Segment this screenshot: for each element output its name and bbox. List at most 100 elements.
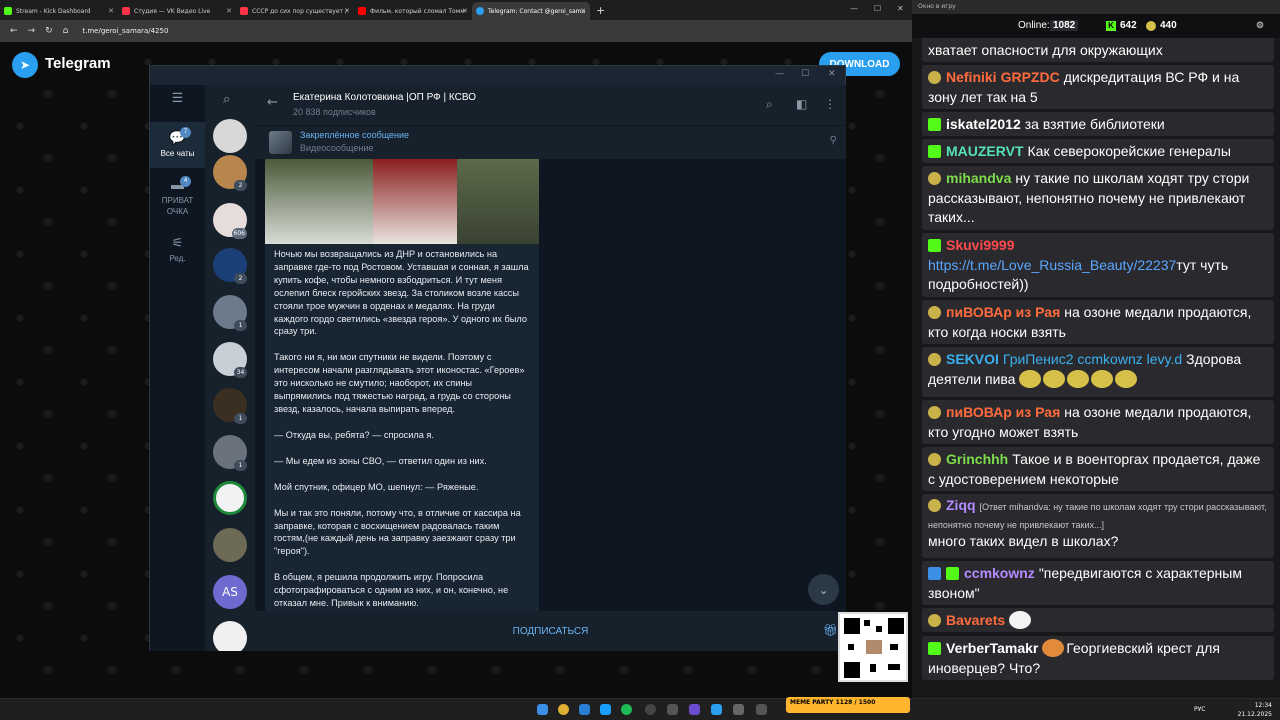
tab-telegram[interactable]: Telegram: Contact @geroi_sama ✕	[472, 2, 590, 20]
app-icon[interactable]	[733, 704, 744, 715]
chat-username[interactable]: MAUZERVT	[946, 143, 1024, 159]
gift-icon[interactable]: 🎁︎	[823, 623, 838, 637]
chat-avatar[interactable]: 34	[213, 342, 247, 378]
chat-avatar[interactable]: 2	[213, 248, 247, 284]
pinned-message-bar[interactable]: Закреплённое сообщение Видеосообщение ⚲	[255, 125, 846, 159]
message-photo[interactable]	[265, 159, 539, 244]
pin-list-icon[interactable]: ⚲	[830, 135, 837, 146]
chat-username[interactable]: VerberTamakr	[946, 640, 1038, 656]
close-tab-icon[interactable]: ✕	[462, 7, 468, 15]
chat-message: ccmkownz "передвигаются с характерным зво…	[922, 561, 1274, 605]
close-icon[interactable]: ✕	[828, 69, 836, 79]
clock[interactable]: 12:34 21.12.2025	[1238, 701, 1272, 719]
sub-badge-icon	[928, 614, 941, 627]
menu-icon[interactable]: ☰	[150, 90, 205, 108]
chat-message: Nefiniki GRPZDC дискредитация ВС РФ и на з…	[922, 65, 1274, 109]
channel-title[interactable]: Екатерина Колотовкина |ОП РФ | КСВО	[293, 92, 476, 103]
subscribe-button[interactable]: ПОДПИСАТЬСЯ 🎁︎	[255, 611, 846, 651]
app-icon[interactable]	[756, 704, 767, 715]
back-icon[interactable]: ←	[10, 26, 18, 36]
chat-list: ⌕ 2 606 2 1 34 1 1 AS	[205, 85, 255, 651]
chrome-icon[interactable]	[558, 704, 569, 715]
chat-avatar-initials[interactable]: AS	[213, 575, 247, 609]
maximize-icon[interactable]: ☐	[874, 4, 881, 13]
tab-kick[interactable]: Stream - Kick Dashboard ✕	[0, 2, 118, 20]
tab-vk-studio[interactable]: Студия — VK Видео Live ✕	[118, 2, 236, 20]
chat-mentions: ГриПенис2 ccmkownz levy.d	[1002, 351, 1183, 367]
chat-avatar[interactable]	[213, 481, 247, 515]
telegram-icon[interactable]	[711, 704, 722, 715]
minimize-icon[interactable]: —	[775, 69, 784, 79]
close-tab-icon[interactable]: ✕	[226, 7, 232, 15]
chat-avatar[interactable]: 1	[213, 295, 247, 331]
chat-avatar[interactable]: 1	[213, 435, 247, 471]
tab-ussr[interactable]: СССР до сих пор существует / ✕	[236, 2, 354, 20]
close-tab-icon[interactable]: ✕	[108, 7, 114, 15]
spotify-icon[interactable]	[621, 704, 632, 715]
chat-username[interactable]: Skuvi9999	[946, 237, 1015, 253]
maximize-icon[interactable]: ☐	[801, 69, 809, 79]
subscribe-label: ПОДПИСАТЬСЯ	[512, 625, 589, 637]
obs-icon[interactable]	[645, 704, 656, 715]
chat-username[interactable]: SEKVOI	[946, 351, 999, 367]
browser-icon[interactable]	[579, 704, 590, 715]
chat-username[interactable]: mihandva	[946, 170, 1011, 186]
chat-username[interactable]: пиВОВАр из Рая	[946, 404, 1060, 420]
chat-username[interactable]: GRPZDC	[1001, 69, 1060, 85]
folder-private[interactable]: ▬ 4 ПРИВАТ ОЧКА	[150, 171, 205, 221]
sub-badge-icon	[928, 172, 941, 185]
chat-username[interactable]: пиВОВАр из Рая	[946, 304, 1060, 320]
brand-name: Telegram	[45, 55, 111, 72]
sub-badge-icon	[928, 71, 941, 84]
sidebar-toggle-icon[interactable]: ◧	[796, 97, 807, 111]
steam-icon[interactable]	[600, 704, 611, 715]
chat-username[interactable]: iskatel2012	[946, 116, 1021, 132]
app-icon[interactable]	[689, 704, 700, 715]
chat-message: Grinchhh Такое и в военторгах продается, …	[922, 447, 1274, 491]
message-link[interactable]: https://t.me/Love_Russia_Beauty/22237	[928, 257, 1176, 273]
kick-badge-icon	[928, 642, 941, 655]
scroll-down-button[interactable]: ⌄	[808, 574, 839, 605]
folder-edit[interactable]: ⚟ Ред.	[150, 229, 205, 269]
chat-avatar[interactable]	[213, 528, 247, 562]
search-icon[interactable]: ⌕	[223, 92, 230, 107]
back-arrow-icon[interactable]: ←	[267, 95, 278, 110]
close-window-icon[interactable]: ✕	[897, 4, 904, 13]
sub-badge-icon	[928, 306, 941, 319]
language-indicator[interactable]: РУС	[1194, 706, 1205, 713]
forward-icon[interactable]: →	[28, 26, 36, 36]
kick-icon: K	[1106, 21, 1116, 31]
start-windows-icon[interactable]	[537, 704, 548, 715]
more-vertical-icon[interactable]: ⋮	[824, 97, 836, 111]
vk-favicon-icon	[122, 7, 130, 15]
chat-avatar[interactable]: 1	[213, 388, 247, 424]
chat-avatar[interactable]	[213, 621, 247, 651]
new-tab-button[interactable]: +	[596, 4, 605, 17]
chat-avatar[interactable]: 606	[213, 203, 247, 239]
home-icon[interactable]: ⌂	[63, 26, 69, 36]
close-tab-icon[interactable]: ✕	[344, 7, 350, 15]
minimize-icon[interactable]: —	[850, 4, 858, 13]
subscriber-count: 20 838 подписчиков	[293, 107, 376, 117]
app-icon[interactable]	[667, 704, 678, 715]
close-tab-icon[interactable]: ✕	[580, 7, 586, 15]
search-icon[interactable]: ⌕	[766, 97, 773, 112]
url-field[interactable]: t.me/geroi_samara/4250	[82, 27, 168, 35]
chat-username[interactable]: Grinchhh	[946, 451, 1008, 467]
clock-date: 21.12.2025	[1237, 711, 1272, 718]
tab-youtube[interactable]: Фильм, который сломал Томм ✕	[354, 2, 472, 20]
chat-username[interactable]: Bavarets	[946, 612, 1005, 628]
clock-time: 12:34	[1254, 702, 1272, 709]
chat-username[interactable]: Nefiniki	[946, 69, 997, 85]
folder-sidebar: ☰ 💬 7 Все чаты ▬ 4 ПРИВАТ ОЧКА ⚟ Ред.	[150, 85, 205, 651]
chat-avatar[interactable]	[213, 119, 247, 153]
chat-username[interactable]: Ziqq	[946, 497, 976, 513]
viewer-stats: Online: 1082 K 642 440 ⚙	[912, 14, 1280, 38]
folder-all-chats[interactable]: 💬 7 Все чаты	[150, 122, 205, 168]
reload-icon[interactable]: ↻	[45, 26, 53, 36]
settings-gear-icon[interactable]: ⚙	[1256, 20, 1264, 31]
kick-badge-icon	[928, 118, 941, 131]
chat-message: VerberTamakr Георгиевский крест для инове…	[922, 636, 1274, 680]
chat-avatar[interactable]: 2	[213, 155, 247, 191]
chat-username[interactable]: ccmkownz	[964, 565, 1035, 581]
